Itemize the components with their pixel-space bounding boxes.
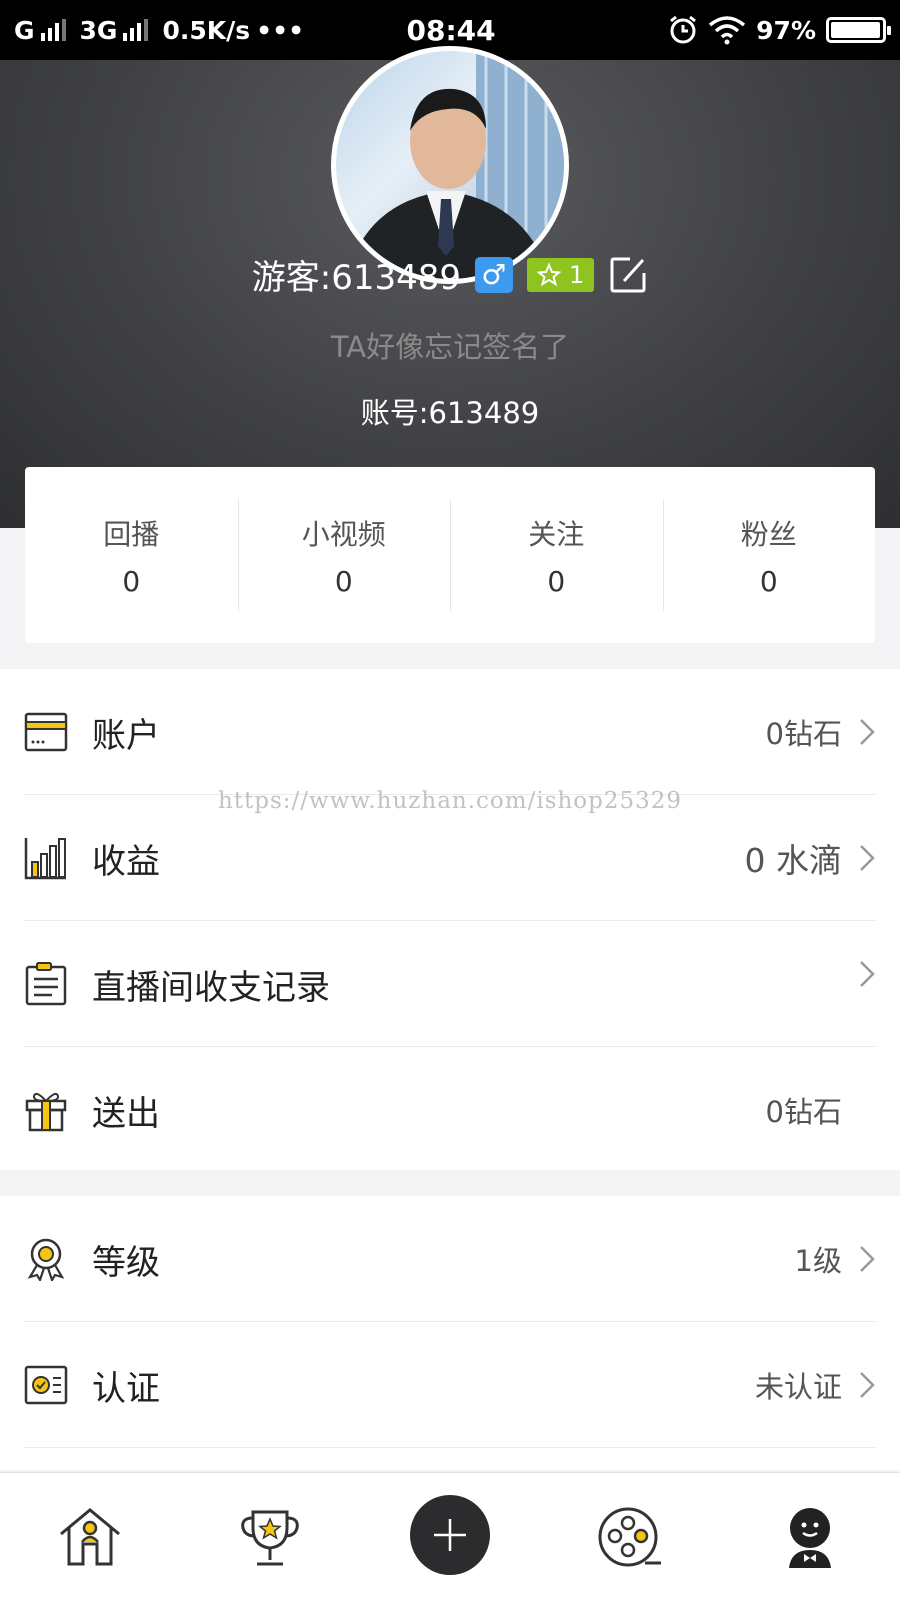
- menu-item-value: 0钻石: [765, 717, 842, 751]
- profile-header: 游客:613489 ♂ 1 TA好像忘记签名了 账号:613489: [0, 46, 900, 528]
- level-number: 1: [568, 260, 585, 289]
- trophy-icon: [241, 1510, 299, 1565]
- network-label-3g: 3G: [79, 15, 118, 45]
- menu-item-label: 认证: [92, 1368, 160, 1409]
- nav-create-button[interactable]: [410, 1494, 490, 1575]
- gift-icon: [25, 1092, 67, 1132]
- menu-group-finance: 账户 0钻石 收益 0 水滴 直播间收支记录 送出 0钻石: [0, 669, 900, 1170]
- user-signature: TA好像忘记签名了: [330, 330, 570, 364]
- menu-item-label: 账户: [92, 715, 160, 756]
- menu-item-label: 直播间收支记录: [92, 967, 330, 1008]
- menu-item-live-room-records[interactable]: 直播间收支记录: [0, 921, 900, 1047]
- network-label-g: G: [14, 15, 35, 45]
- edit-profile-icon[interactable]: [608, 255, 648, 295]
- menu-item-label: 等级: [92, 1242, 160, 1283]
- menu-item-label: 送出: [92, 1093, 160, 1134]
- clock: 08:44: [406, 13, 496, 47]
- battery-icon: [826, 17, 891, 43]
- nav-profile[interactable]: [770, 1497, 850, 1577]
- menu-item-value: 未认证: [754, 1370, 842, 1404]
- menu-item-value: 0钻石: [765, 1095, 842, 1129]
- stat-fans[interactable]: 粉丝 0: [662, 467, 876, 643]
- male-gender-icon: ♂: [474, 256, 513, 293]
- menu-item-account[interactable]: 账户 0钻石: [0, 669, 900, 795]
- more-dots-icon: •••: [256, 15, 305, 45]
- chevron-right-icon: [860, 719, 875, 745]
- chevron-right-icon: [860, 1246, 875, 1272]
- profile-icon: [789, 1507, 831, 1568]
- nav-home[interactable]: [50, 1497, 130, 1577]
- battery-percent: 97%: [756, 15, 816, 45]
- stats-card: 回播 0 小视频 0 关注 0 粉丝 0: [25, 467, 875, 643]
- network-speed: 0.5K/s: [162, 15, 251, 45]
- clipboard-icon: [25, 962, 67, 1006]
- stat-value: 0: [334, 564, 353, 598]
- medal-icon: [27, 1238, 65, 1281]
- chevron-right-icon: [860, 961, 875, 987]
- stat-replays[interactable]: 回播 0: [25, 467, 238, 643]
- stat-label: 关注: [528, 517, 585, 551]
- stat-value: 0: [759, 564, 778, 598]
- alarm-icon: [670, 15, 697, 44]
- chevron-right-icon: [860, 1372, 875, 1398]
- account-id: 账号:613489: [360, 396, 540, 430]
- user-level-badge: 1: [526, 257, 595, 292]
- menu-group-profile: 等级 1级 认证 未认证: [0, 1196, 900, 1470]
- film-reel-icon: [598, 1507, 661, 1566]
- watermark-text: https://www.huzhan.com/ishop25329: [217, 788, 683, 814]
- stat-value: 0: [547, 564, 566, 598]
- home-icon: [60, 1507, 120, 1565]
- certificate-icon: [24, 1365, 68, 1405]
- nav-videos[interactable]: [590, 1497, 670, 1577]
- stat-label: 回播: [103, 517, 160, 551]
- stat-following[interactable]: 关注 0: [450, 467, 663, 643]
- wallet-icon: [24, 712, 68, 752]
- nav-ranking[interactable]: [230, 1497, 310, 1577]
- menu-item-sent[interactable]: 送出 0钻石: [0, 1047, 900, 1173]
- menu-item-label: 收益: [92, 841, 160, 882]
- user-name: 游客:613489: [251, 258, 461, 298]
- stat-label: 粉丝: [740, 517, 797, 551]
- signal-icon: [123, 19, 149, 41]
- menu-item-verification[interactable]: 认证 未认证: [0, 1322, 900, 1448]
- plus-icon: [434, 1518, 466, 1551]
- menu-item-value: 1级: [794, 1244, 842, 1278]
- bar-chart-icon: [24, 838, 66, 880]
- signal-icon: [40, 19, 66, 41]
- stat-value: 0: [122, 564, 141, 598]
- star-icon: [536, 262, 561, 286]
- chevron-right-icon: [860, 845, 875, 871]
- wifi-icon: [709, 16, 746, 45]
- menu-item-value: 0 水滴: [744, 841, 843, 880]
- stat-short-videos[interactable]: 小视频 0: [237, 467, 451, 643]
- menu-item-level[interactable]: 等级 1级: [0, 1196, 900, 1322]
- stat-label: 小视频: [301, 517, 386, 551]
- bottom-nav: [0, 1472, 900, 1600]
- avatar-photo: [346, 51, 564, 279]
- avatar[interactable]: [331, 46, 569, 284]
